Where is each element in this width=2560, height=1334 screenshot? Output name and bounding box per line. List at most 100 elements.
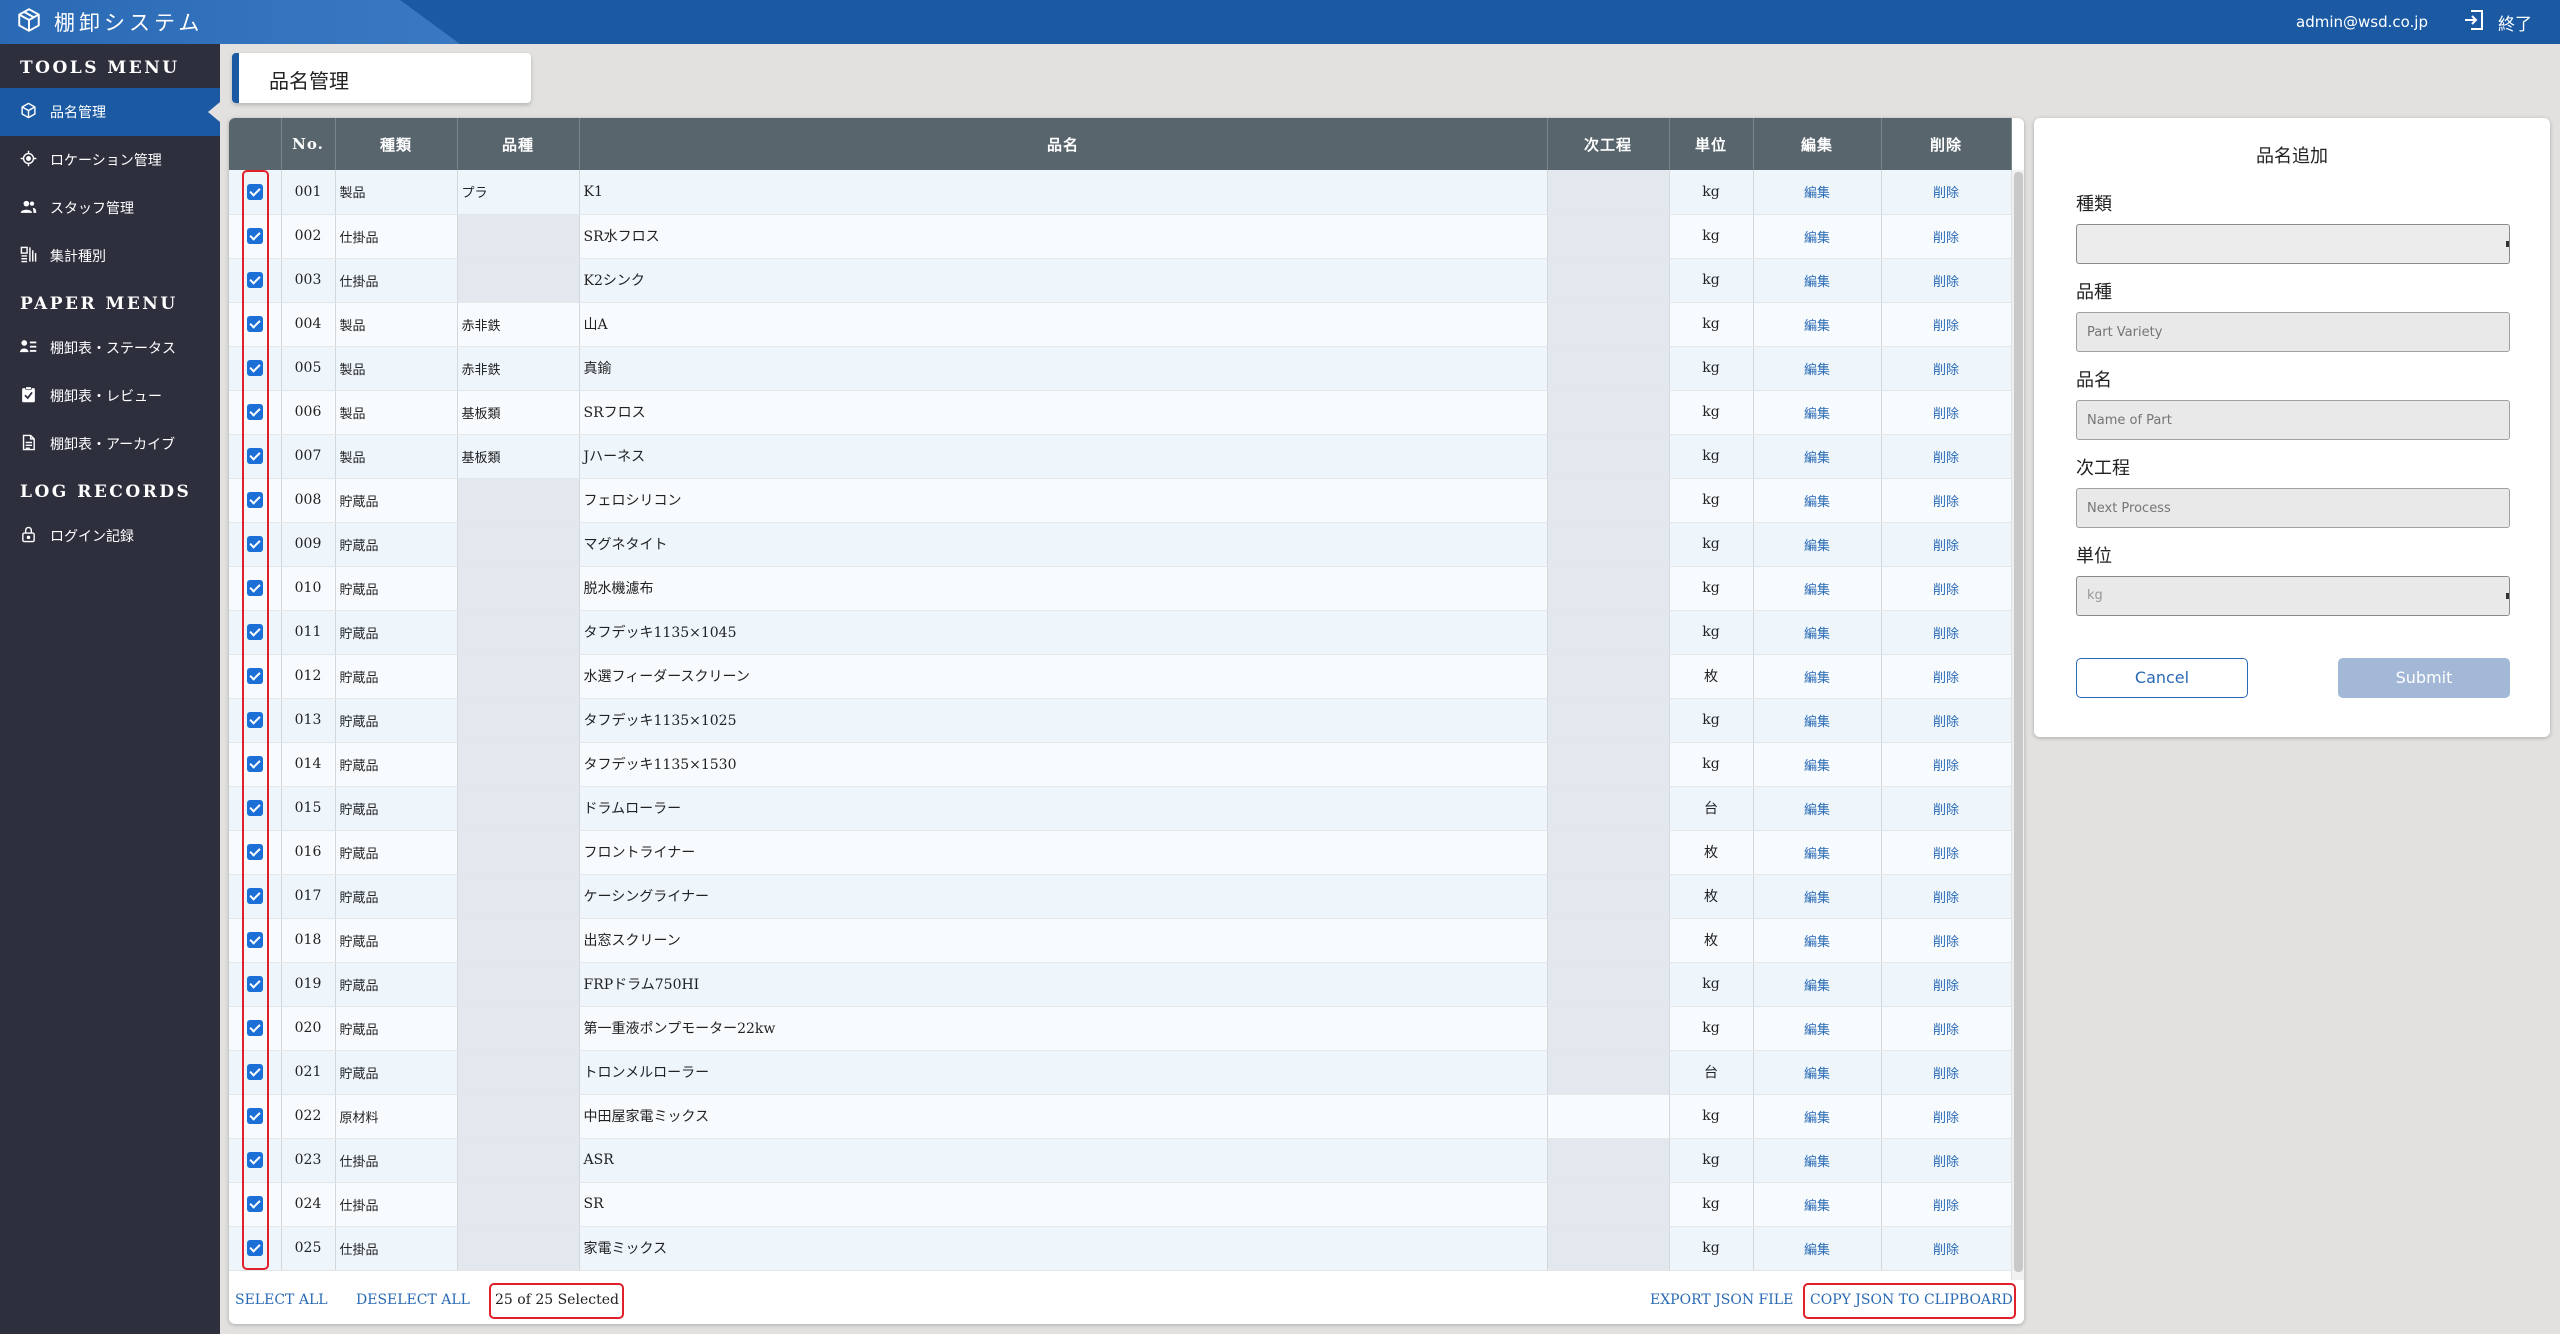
variety-input[interactable]: [2076, 312, 2510, 352]
table-row[interactable]: 020 貯蔵品 第一重液ポンプモーター22kw kg 編集 削除: [229, 1006, 2012, 1051]
table-row[interactable]: 019 貯蔵品 FRPドラム750HI kg 編集 削除: [229, 962, 2012, 1007]
column-header-unit[interactable]: 単位: [1669, 118, 1754, 170]
row-select-checkbox[interactable]: [229, 1226, 282, 1271]
checkbox-checked-icon[interactable]: [246, 1020, 263, 1036]
row-delete-link[interactable]: 削除: [1881, 566, 2012, 611]
row-select-checkbox[interactable]: [229, 698, 282, 743]
column-header-type[interactable]: 種類: [335, 118, 458, 170]
checkbox-checked-icon[interactable]: [246, 888, 263, 904]
checkbox-checked-icon[interactable]: [246, 1152, 263, 1168]
table-row[interactable]: 018 貯蔵品 出窓スクリーン 枚編集 削除: [229, 918, 2012, 963]
row-delete-link[interactable]: 削除: [1881, 742, 2012, 787]
name-input[interactable]: [2076, 400, 2510, 440]
checkbox-checked-icon[interactable]: [246, 976, 263, 992]
row-select-checkbox[interactable]: [229, 170, 282, 215]
row-edit-link[interactable]: 編集: [1753, 346, 1882, 391]
row-delete-link[interactable]: 削除: [1881, 610, 2012, 655]
row-edit-link[interactable]: 編集: [1753, 170, 1882, 215]
table-row[interactable]: 017 貯蔵品 ケーシングライナー 枚編集 削除: [229, 874, 2012, 919]
checkbox-checked-icon[interactable]: [246, 448, 263, 464]
checkbox-checked-icon[interactable]: [246, 624, 263, 640]
table-row[interactable]: 016 貯蔵品 フロントライナー 枚編集 削除: [229, 830, 2012, 875]
row-edit-link[interactable]: 編集: [1753, 214, 1882, 259]
table-row[interactable]: 002 仕掛品 SR水フロス kg 編集 削除: [229, 214, 2012, 259]
unit-select[interactable]: kg: [2076, 576, 2510, 616]
column-header-variety[interactable]: 品種: [457, 118, 580, 170]
select-all-button[interactable]: SELECT ALL: [235, 1292, 328, 1308]
sidebar-item-locations[interactable]: ロケーション管理: [0, 136, 220, 184]
row-edit-link[interactable]: 編集: [1753, 1006, 1882, 1051]
logout-button[interactable]: 終了: [2462, 8, 2532, 37]
row-select-checkbox[interactable]: [229, 1050, 282, 1095]
checkbox-checked-icon[interactable]: [246, 1240, 263, 1256]
row-edit-link[interactable]: 編集: [1753, 566, 1882, 611]
table-row[interactable]: 014 貯蔵品 タフデッキ1135×1530 kg 編集 削除: [229, 742, 2012, 787]
checkbox-checked-icon[interactable]: [246, 756, 263, 772]
table-row[interactable]: 024 仕掛品 SR kg 編集 削除: [229, 1182, 2012, 1227]
checkbox-checked-icon[interactable]: [246, 536, 263, 552]
row-edit-link[interactable]: 編集: [1753, 698, 1882, 743]
table-row[interactable]: 011 貯蔵品 タフデッキ1135×1045 kg 編集 削除: [229, 610, 2012, 655]
row-delete-link[interactable]: 削除: [1881, 214, 2012, 259]
table-row[interactable]: 003 仕掛品 K2シンク kg 編集 削除: [229, 258, 2012, 303]
row-select-checkbox[interactable]: [229, 1006, 282, 1051]
checkbox-checked-icon[interactable]: [246, 800, 263, 816]
row-edit-link[interactable]: 編集: [1753, 1138, 1882, 1183]
row-edit-link[interactable]: 編集: [1753, 786, 1882, 831]
row-select-checkbox[interactable]: [229, 214, 282, 259]
sidebar-item-paper-status[interactable]: 棚卸表・ステータス: [0, 324, 220, 372]
row-select-checkbox[interactable]: [229, 258, 282, 303]
row-delete-link[interactable]: 削除: [1881, 1006, 2012, 1051]
row-select-checkbox[interactable]: [229, 302, 282, 347]
row-edit-link[interactable]: 編集: [1753, 302, 1882, 347]
table-row[interactable]: 007 製品 基板類 Jハーネス kg 編集 削除: [229, 434, 2012, 479]
row-select-checkbox[interactable]: [229, 434, 282, 479]
row-edit-link[interactable]: 編集: [1753, 742, 1882, 787]
deselect-all-button[interactable]: DESELECT ALL: [356, 1292, 470, 1308]
sidebar-item-aggregation[interactable]: 集計種別: [0, 232, 220, 280]
table-row[interactable]: 012 貯蔵品 水選フィーダースクリーン 枚編集 削除: [229, 654, 2012, 699]
checkbox-checked-icon[interactable]: [246, 492, 263, 508]
checkbox-checked-icon[interactable]: [246, 228, 263, 244]
table-row[interactable]: 008 貯蔵品 フェロシリコン kg 編集 削除: [229, 478, 2012, 523]
sidebar-item-login-records[interactable]: ログイン記録: [0, 512, 220, 560]
row-delete-link[interactable]: 削除: [1881, 654, 2012, 699]
row-delete-link[interactable]: 削除: [1881, 390, 2012, 435]
row-delete-link[interactable]: 削除: [1881, 1226, 2012, 1271]
copy-json-button[interactable]: COPY JSON TO CLIPBOARD: [1810, 1292, 2013, 1308]
row-delete-link[interactable]: 削除: [1881, 1138, 2012, 1183]
row-edit-link[interactable]: 編集: [1753, 1226, 1882, 1271]
row-delete-link[interactable]: 削除: [1881, 302, 2012, 347]
checkbox-checked-icon[interactable]: [246, 1196, 263, 1212]
row-edit-link[interactable]: 編集: [1753, 610, 1882, 655]
next-process-input[interactable]: [2076, 488, 2510, 528]
table-row[interactable]: 021 貯蔵品 トロンメルローラー 台編集 削除: [229, 1050, 2012, 1095]
checkbox-checked-icon[interactable]: [246, 1064, 263, 1080]
row-delete-link[interactable]: 削除: [1881, 170, 2012, 215]
table-row[interactable]: 013 貯蔵品 タフデッキ1135×1025 kg 編集 削除: [229, 698, 2012, 743]
row-edit-link[interactable]: 編集: [1753, 874, 1882, 919]
checkbox-checked-icon[interactable]: [246, 272, 263, 288]
cancel-button[interactable]: Cancel: [2076, 658, 2248, 698]
checkbox-checked-icon[interactable]: [246, 580, 263, 596]
row-delete-link[interactable]: 削除: [1881, 346, 2012, 391]
row-edit-link[interactable]: 編集: [1753, 1050, 1882, 1095]
row-delete-link[interactable]: 削除: [1881, 874, 2012, 919]
table-row[interactable]: 022 原材料 中田屋家電ミックス kg 編集 削除: [229, 1094, 2012, 1139]
sidebar-item-part-names[interactable]: 品名管理: [0, 88, 220, 136]
checkbox-checked-icon[interactable]: [246, 668, 263, 684]
row-edit-link[interactable]: 編集: [1753, 654, 1882, 699]
row-select-checkbox[interactable]: [229, 830, 282, 875]
row-select-checkbox[interactable]: [229, 566, 282, 611]
table-row[interactable]: 005 製品 赤非鉄 真鍮 kg 編集 削除: [229, 346, 2012, 391]
checkbox-checked-icon[interactable]: [246, 844, 263, 860]
checkbox-checked-icon[interactable]: [246, 360, 263, 376]
row-edit-link[interactable]: 編集: [1753, 434, 1882, 479]
row-select-checkbox[interactable]: [229, 918, 282, 963]
row-delete-link[interactable]: 削除: [1881, 1094, 2012, 1139]
table-row[interactable]: 009 貯蔵品 マグネタイト kg 編集 削除: [229, 522, 2012, 567]
row-delete-link[interactable]: 削除: [1881, 258, 2012, 303]
export-json-button[interactable]: EXPORT JSON FILE: [1650, 1292, 1793, 1308]
sidebar-item-paper-review[interactable]: 棚卸表・レビュー: [0, 372, 220, 420]
table-row[interactable]: 004 製品 赤非鉄 山A kg 編集 削除: [229, 302, 2012, 347]
